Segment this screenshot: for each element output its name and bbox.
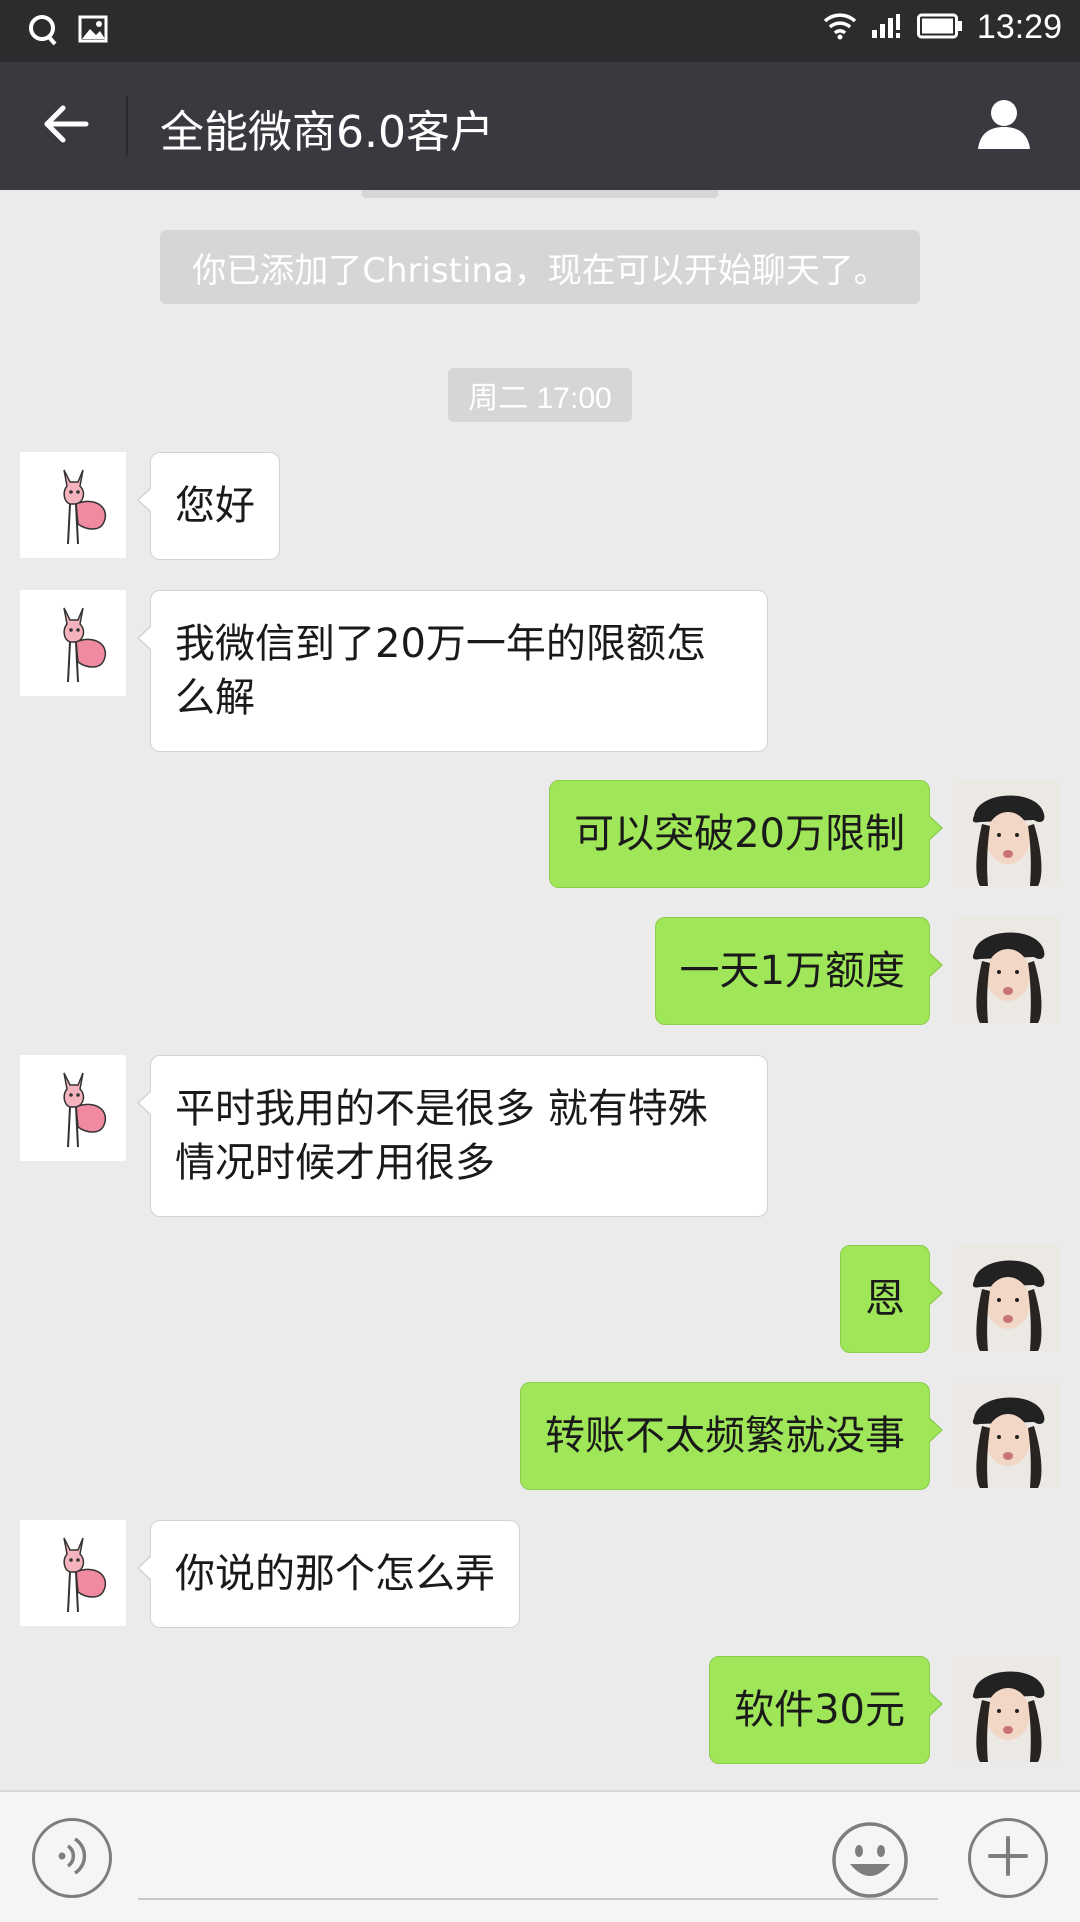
profile-button[interactable] [968,90,1040,162]
back-arrow-icon [43,104,89,148]
voice-button[interactable] [32,1818,112,1898]
contact-avatar[interactable] [20,590,126,696]
my-avatar[interactable] [954,780,1060,886]
scroll-indicator [362,190,718,198]
qq-icon [28,14,58,50]
status-bar: 13:29 [0,0,1080,62]
user-photo-icon [954,917,1060,1023]
message-bubble-incoming[interactable]: 你说的那个怎么弄 [137,1520,520,1628]
fox-avatar-icon [63,607,107,683]
wifi-icon [823,12,857,44]
chat-title: 全能微商6.0客户 [160,107,494,158]
contact-avatar[interactable] [20,1055,126,1161]
message-bubble-outgoing[interactable]: 恩 [840,1245,943,1353]
user-photo-icon [954,1656,1060,1762]
contact-avatar[interactable] [20,1520,126,1626]
message-timestamp: 周二 17:00 [448,368,632,422]
clock: 13:29 [976,8,1062,46]
user-photo-icon [954,1382,1060,1488]
back-button[interactable] [30,90,102,162]
header-divider [126,96,128,156]
my-avatar[interactable] [954,1656,1060,1762]
input-bar [0,1790,1080,1922]
user-photo-icon [954,780,1060,886]
user-photo-icon [954,1245,1060,1351]
message-bubble-incoming[interactable]: 您好 [137,452,280,560]
voice-icon [52,1834,92,1882]
fox-avatar-icon [63,1072,107,1148]
message-bubble-incoming[interactable]: 平时我用的不是很多 就有特殊情况时候才用很多 [137,1055,768,1217]
message-bubble-outgoing[interactable]: 转账不太频繁就没事 [520,1382,943,1490]
title-bar: 全能微商6.0客户 [0,62,1080,190]
message-bubble-outgoing[interactable]: 一天1万额度 [654,917,944,1025]
plus-icon [986,1834,1030,1882]
battery-icon [916,13,963,43]
more-button[interactable] [968,1818,1048,1898]
fox-avatar-icon [63,1537,107,1613]
my-avatar[interactable] [954,917,1060,1023]
my-avatar[interactable] [954,1382,1060,1488]
image-icon [78,14,108,50]
emoji-icon [830,1822,910,1904]
system-message: 你已添加了Christina，现在可以开始聊天了。 [160,230,920,304]
message-input[interactable] [138,1822,938,1900]
my-avatar[interactable] [954,1245,1060,1351]
fox-avatar-icon [63,469,107,545]
message-bubble-incoming[interactable]: 我微信到了20万一年的限额怎么解 [137,590,768,752]
message-bubble-outgoing[interactable]: 软件30元 [709,1656,943,1764]
profile-icon [976,97,1032,155]
emoji-button[interactable] [830,1820,910,1900]
message-bubble-outgoing[interactable]: 可以突破20万限制 [549,780,943,888]
contact-avatar[interactable] [20,452,126,558]
signal-icon [871,12,903,44]
chat-area[interactable]: 你已添加了Christina，现在可以开始聊天了。 周二 17:00 您好 我微… [0,190,1080,1790]
